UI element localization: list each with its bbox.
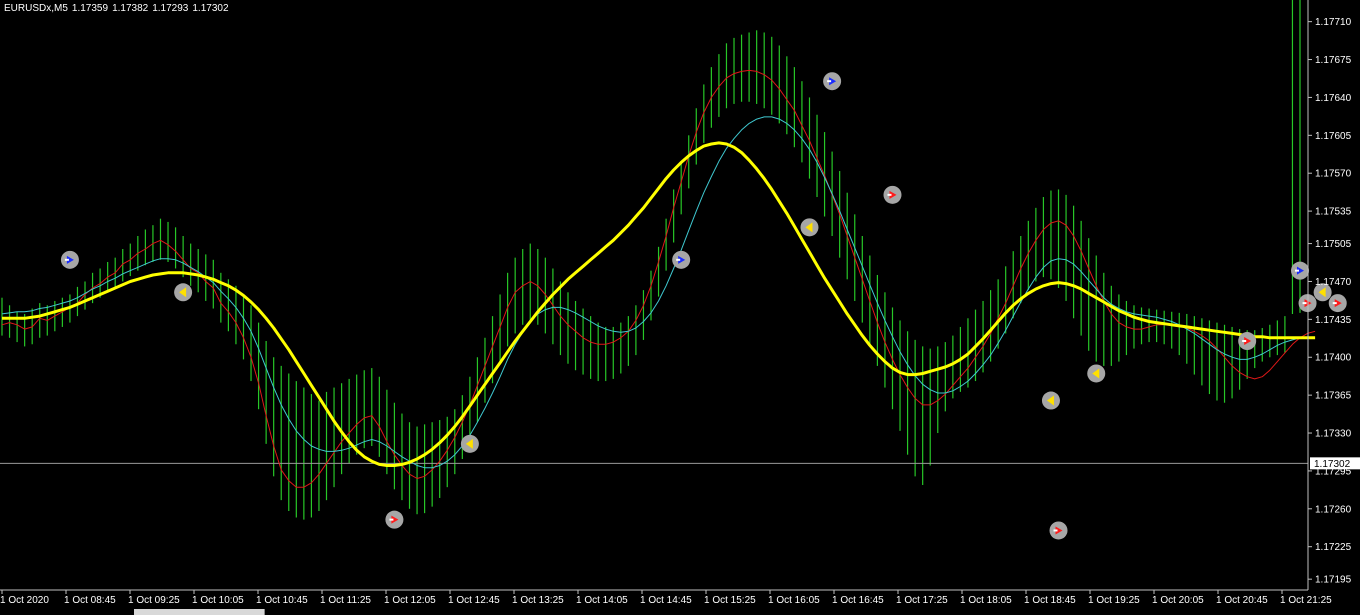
price-tick-label: 1.17260 — [1315, 504, 1352, 515]
time-tick-label: 1 Oct 12:45 — [448, 595, 500, 606]
price-tick-label: 1.17675 — [1315, 55, 1352, 66]
slow-ma-line — [2, 141, 1316, 467]
exit-signal-icon[interactable] — [460, 434, 479, 453]
exit-signal-icon[interactable] — [1041, 391, 1060, 410]
time-tick-label: 1 Oct 17:25 — [896, 595, 948, 606]
buy-signal-icon[interactable] — [1291, 261, 1309, 280]
arrow-tail — [1302, 302, 1307, 305]
time-tick-label: 1 Oct 19:25 — [1088, 595, 1140, 606]
arrow-tail — [389, 518, 394, 521]
price-tick-label: 1.17710 — [1315, 17, 1352, 28]
time-tick-label: 1 Oct 10:45 — [256, 595, 308, 606]
price-tick-label: 1.17570 — [1315, 169, 1352, 180]
exit-signal-icon[interactable] — [800, 218, 819, 237]
arrow-tail — [827, 80, 832, 83]
sell-signal-icon[interactable] — [883, 185, 902, 204]
time-tick-label: 1 Oct 20:05 — [1152, 595, 1204, 606]
price-tick-label: 1.17505 — [1315, 239, 1352, 250]
arrow-tail — [1295, 269, 1299, 272]
price-tick-label: 1.17470 — [1315, 277, 1352, 288]
price-tick-label: 1.17435 — [1315, 315, 1352, 326]
price-tick-label: 1.17535 — [1315, 207, 1352, 218]
arrow-tail — [887, 193, 892, 196]
arrow-tail — [1332, 302, 1337, 305]
time-tick-label: 1 Oct 2020 — [0, 595, 49, 606]
time-tick-label: 1 Oct 13:25 — [512, 595, 564, 606]
time-axis: 1 Oct 2020 1 Oct 08:45 1 Oct 09:25 1 Oct 10… — [0, 589, 1332, 606]
time-tick-label: 1 Oct 10:05 — [192, 595, 244, 606]
time-tick-label: 1 Oct 18:05 — [960, 595, 1012, 606]
buy-signal-icon[interactable] — [60, 250, 79, 269]
moving-averages — [0, 69, 1316, 488]
time-tick-label: 1 Oct 11:25 — [320, 595, 371, 606]
sell-signal-icon[interactable] — [385, 510, 404, 529]
exit-signal-icon[interactable] — [174, 283, 193, 302]
time-tick-label: 1 Oct 12:05 — [384, 595, 436, 606]
sell-signal-icon[interactable] — [1238, 332, 1257, 351]
price-tick-label: 1.17640 — [1315, 93, 1352, 104]
exit-signal-icon[interactable] — [1087, 364, 1106, 383]
price-tick-label: 1.17225 — [1315, 542, 1352, 553]
arrow-tail — [676, 258, 681, 261]
time-tick-label: 1 Oct 14:05 — [576, 595, 628, 606]
buy-signal-icon[interactable] — [672, 250, 691, 269]
price-tick-label: 1.17605 — [1315, 131, 1352, 142]
time-tick-label: 1 Oct 20:45 — [1216, 595, 1268, 606]
price-tick-label: 1.17365 — [1315, 391, 1352, 402]
price-bars — [1, 0, 1301, 520]
time-tick-label: 1 Oct 16:05 — [768, 595, 820, 606]
price-tick-label: 1.17400 — [1315, 353, 1352, 364]
time-tick-label: 1 Oct 18:45 — [1024, 595, 1076, 606]
price-chart[interactable]: 1.17710 1.17675 1.17640 1.17605 1.17570 1.175… — [0, 0, 1360, 615]
arrow-tail — [64, 258, 69, 261]
chart-tab[interactable] — [134, 609, 265, 615]
time-tick-label: 1 Oct 14:45 — [640, 595, 692, 606]
sell-signal-icon[interactable] — [1049, 521, 1068, 540]
time-tick-label: 1 Oct 15:25 — [704, 595, 756, 606]
time-tick-label: 1 Oct 09:25 — [128, 595, 180, 606]
time-tick-label: 1 Oct 08:45 — [64, 595, 116, 606]
time-tick-label: 1 Oct 16:45 — [832, 595, 884, 606]
sell-signal-icon[interactable] — [1328, 294, 1347, 313]
arrow-tail — [1053, 529, 1058, 532]
current-price-label: 1.17302 — [1314, 459, 1351, 470]
price-tick-label: 1.17195 — [1315, 575, 1352, 586]
price-tick-label: 1.17330 — [1315, 429, 1352, 440]
buy-signal-icon[interactable] — [823, 72, 842, 91]
arrow-tail — [1242, 340, 1247, 343]
time-tick-label: 1 Oct 21:25 — [1280, 595, 1332, 606]
